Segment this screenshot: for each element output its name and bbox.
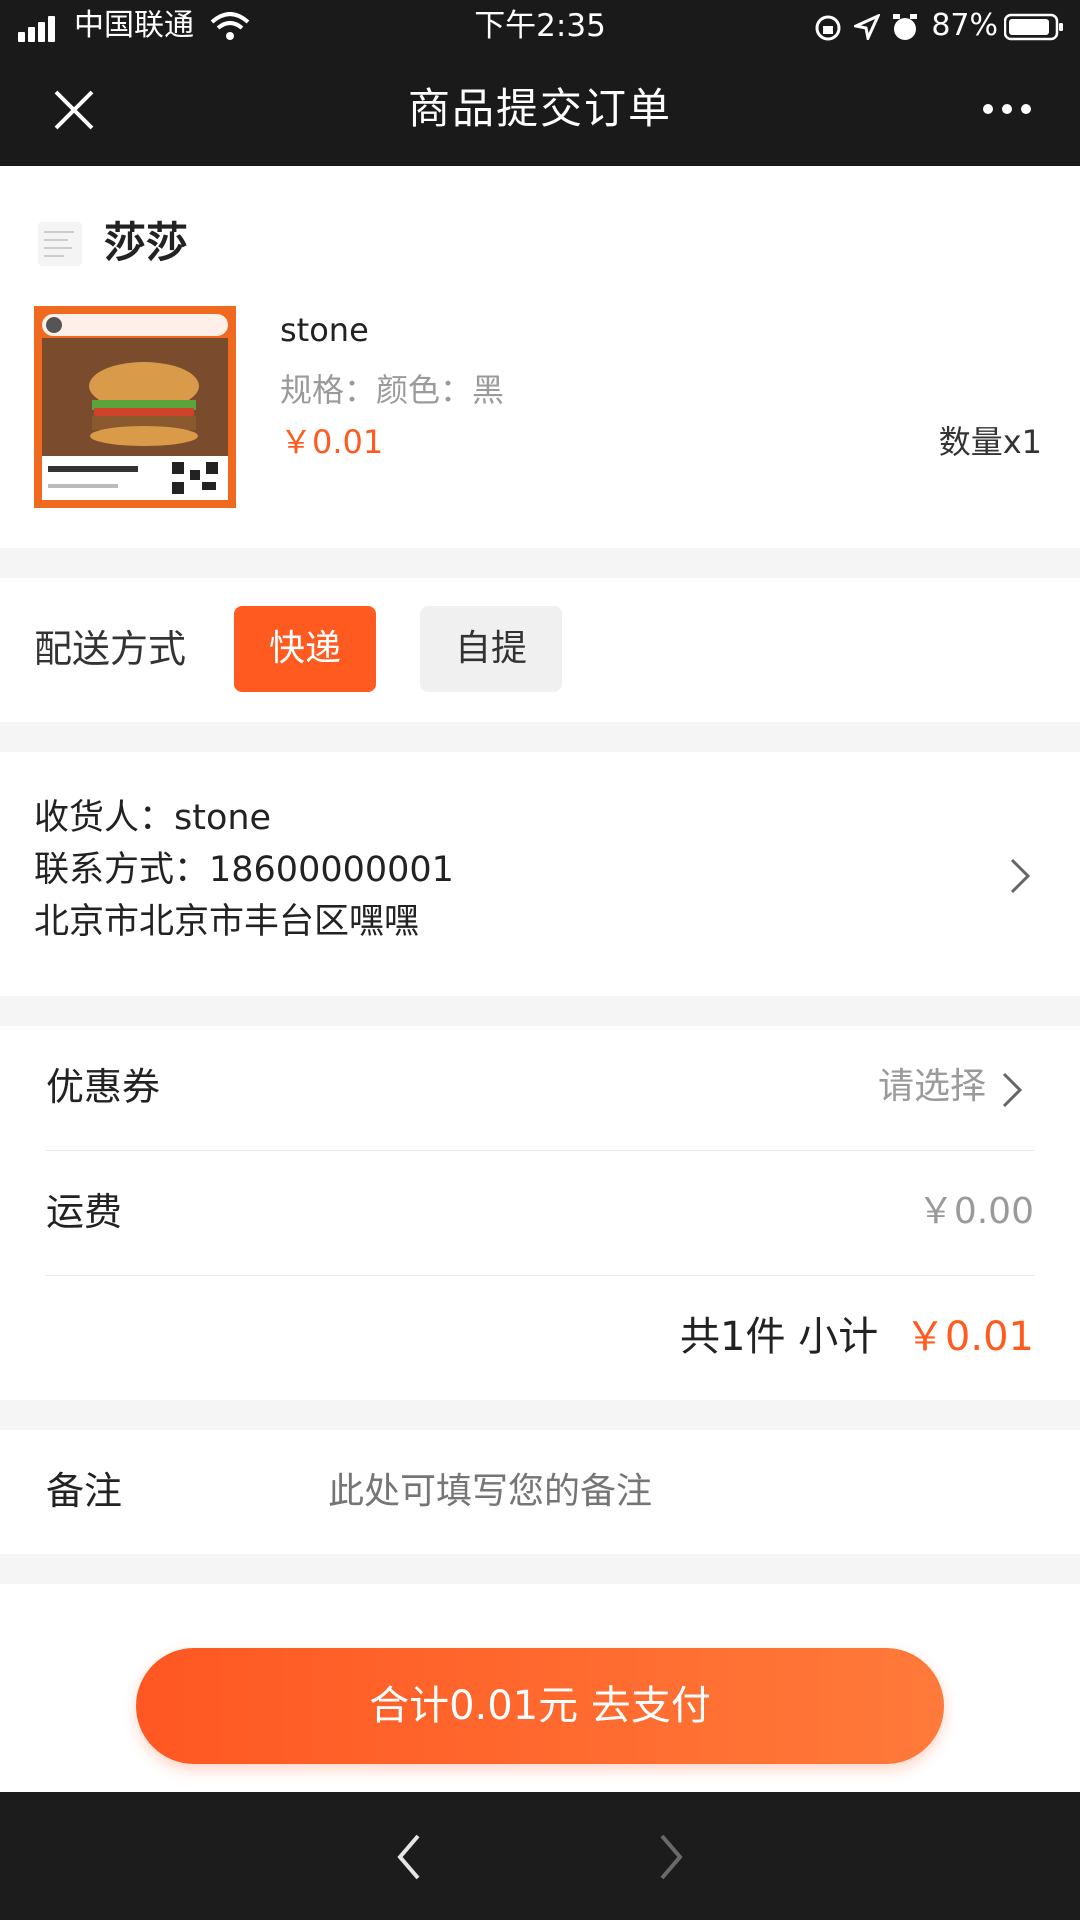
alarm-icon — [893, 14, 917, 40]
forward-arrow-icon[interactable] — [656, 1832, 686, 1882]
location-icon — [854, 14, 880, 40]
battery-icon — [1004, 13, 1063, 41]
more-icon[interactable] — [982, 102, 1032, 116]
pay-button[interactable]: 合计0.01元 去支付 — [136, 1648, 944, 1764]
page-title: 商品提交订单 — [407, 84, 672, 133]
delivery-label: 配送方式 — [34, 627, 187, 671]
delivery-panel: 配送方式 快递 自提 — [0, 578, 1080, 722]
battery-percent: 87% — [931, 8, 998, 43]
item-count-subtotal-label: 共1件 小计 — [680, 1314, 879, 1360]
shop-name: 莎莎 — [104, 218, 189, 267]
status-bar: 中国联通 下午2:35 87% — [0, 0, 1080, 52]
delivery-address: 北京市北京市丰台区嘿嘿 — [34, 902, 420, 942]
delivery-option-pickup[interactable]: 自提 — [420, 606, 562, 692]
contact-phone: 联系方式：18600000001 — [34, 850, 454, 890]
back-arrow-icon[interactable] — [394, 1832, 424, 1882]
product-title: stone — [280, 311, 369, 349]
shop-logo-icon — [38, 222, 82, 266]
rotation-lock-icon — [815, 15, 841, 41]
order-summary-panel: 优惠券 请选择 运费 ￥0.00 共1件 小计 ￥0.01 — [0, 1026, 1080, 1400]
delivery-option-express[interactable]: 快递 — [234, 606, 376, 692]
product-spec: 规格：颜色：黑 — [280, 371, 505, 409]
address-panel[interactable]: 收货人：stone 联系方式：18600000001 北京市北京市丰台区嘿嘿 — [0, 752, 1080, 996]
shipping-row: 运费 ￥0.00 — [0, 1151, 1080, 1275]
product-image[interactable] — [34, 306, 236, 508]
coupon-label: 优惠券 — [46, 1065, 161, 1109]
subtotal-row: 共1件 小计 ￥0.01 — [0, 1276, 1080, 1400]
chevron-right-icon — [1010, 858, 1031, 894]
nav-bar: 商品提交订单 — [0, 52, 1080, 166]
remark-panel: 备注 — [0, 1430, 1080, 1554]
remark-input[interactable] — [328, 1460, 1028, 1522]
browser-bottom-bar — [0, 1792, 1080, 1920]
coupon-row[interactable]: 优惠券 请选择 — [0, 1026, 1080, 1150]
shipping-label: 运费 — [46, 1190, 123, 1234]
subtotal-text: 共1件 小计 ￥0.01 — [680, 1312, 1034, 1362]
chevron-right-icon — [1002, 1072, 1023, 1108]
product-price: ￥0.01 — [280, 423, 384, 461]
product-panel: 莎莎 stone 规格：颜色：黑 ￥0.01 数量x1 — [0, 166, 1080, 548]
product-quantity: 数量x1 — [938, 423, 1042, 461]
remark-label: 备注 — [46, 1469, 123, 1513]
burger-image — [34, 306, 236, 508]
subtotal-amount: ￥0.01 — [904, 1314, 1034, 1360]
shipping-value: ￥0.00 — [917, 1191, 1034, 1232]
shop-avatar — [34, 218, 86, 270]
receiver-name: 收货人：stone — [34, 798, 272, 838]
coupon-value: 请选择 — [877, 1066, 986, 1107]
